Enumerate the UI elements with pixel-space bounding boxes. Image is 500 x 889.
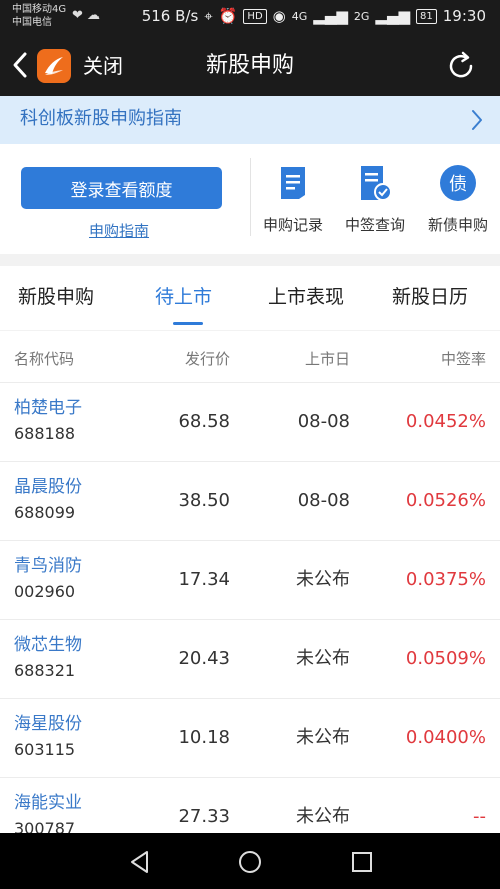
chevron-right-icon xyxy=(470,108,484,138)
issue-price: 20.43 xyxy=(178,648,230,669)
hd-badge: HD xyxy=(243,8,267,24)
signal-4g-label: 4G xyxy=(291,9,308,23)
header-name-code: 名称代码 xyxy=(14,350,75,368)
home-circle-icon[interactable] xyxy=(237,849,263,875)
header-list-date: 上市日 xyxy=(304,350,350,368)
bond-icon: 债 xyxy=(440,164,476,202)
stock-code: 603115 xyxy=(14,740,76,759)
logo-swoosh-icon xyxy=(45,57,63,75)
carrier-info: 中国移动4G 中国电信 xyxy=(12,3,66,29)
eye-icon: ◉ xyxy=(272,7,286,25)
tab-pending-listing[interactable]: 待上市 xyxy=(155,284,212,310)
signal-2g-label: 2G xyxy=(353,9,370,23)
bond-icon-glyph: 债 xyxy=(440,165,476,201)
recent-apps-square-icon[interactable] xyxy=(349,849,375,875)
listing-date: 未公布 xyxy=(296,569,350,590)
issue-price: 38.50 xyxy=(178,490,230,511)
listing-date: 08-08 xyxy=(297,490,350,511)
ipo-tabs: 新股申购 待上市 上市表现 新股日历 xyxy=(0,266,500,330)
listing-date: 未公布 xyxy=(296,648,350,669)
carrier-1: 中国移动4G xyxy=(12,4,67,15)
cloud-icon: ☁ xyxy=(87,8,101,23)
status-right: 516 B/s ⌖ ⏰ HD ◉ 4G ▂▄▆ 2G ▂▄▆ 81 19:30 xyxy=(142,7,486,25)
tab-listing-performance[interactable]: 上市表现 xyxy=(268,284,344,310)
clock: 19:30 xyxy=(442,7,486,25)
issue-price: 68.58 xyxy=(178,411,230,432)
stock-name: 柏楚电子 xyxy=(14,398,82,418)
alarm-icon: ⏰ xyxy=(218,7,238,25)
stock-code: 002960 xyxy=(14,582,76,601)
back-triangle-icon[interactable] xyxy=(127,849,153,875)
status-bar: 中国移动4G 中国电信 ❤ ☁ 516 B/s ⌖ ⏰ HD ◉ 4G ▂▄▆ … xyxy=(0,0,500,36)
table-row[interactable]: 微芯生物 688321 20.43 未公布 0.0509% xyxy=(0,620,500,699)
notification-icons: ❤ ☁ xyxy=(72,8,100,23)
table-header: 名称代码 发行价 上市日 中签率 xyxy=(0,331,500,383)
table-row[interactable]: 柏楚电子 688188 68.58 08-08 0.0452% xyxy=(0,383,500,462)
lottery-query-shortcut[interactable]: 中签查询 xyxy=(340,164,410,235)
network-speed: 516 B/s xyxy=(141,7,199,25)
win-rate: 0.0452% xyxy=(405,411,486,432)
table-row[interactable]: 晶晨股份 688099 38.50 08-08 0.0526% xyxy=(0,462,500,541)
stock-code: 688099 xyxy=(14,503,76,522)
table-row[interactable]: 青鸟消防 002960 17.34 未公布 0.0375% xyxy=(0,541,500,620)
issue-price: 17.34 xyxy=(178,569,230,590)
shortcut-label: 中签查询 xyxy=(344,216,405,234)
signal-icon-2: ▂▄▆ xyxy=(375,7,411,25)
refresh-button[interactable] xyxy=(444,49,478,83)
issue-price: 10.18 xyxy=(178,727,230,748)
signal-icon: ▂▄▆ xyxy=(313,7,348,25)
stock-code: 688188 xyxy=(14,424,76,443)
back-arrow-icon[interactable] xyxy=(10,50,30,86)
stock-code: 300787 xyxy=(14,819,76,833)
subscription-records-shortcut[interactable]: 申购记录 xyxy=(258,164,328,235)
shortcut-label: 申购记录 xyxy=(262,216,323,234)
document-icon xyxy=(275,164,311,202)
stock-name: 海星股份 xyxy=(14,714,82,734)
guide-banner-text: 科创板新股申购指南 xyxy=(20,108,182,129)
certificate-check-icon xyxy=(357,164,393,202)
back-chevron-icon xyxy=(13,52,27,78)
table-row[interactable]: 海能实业 300787 27.33 未公布 -- xyxy=(0,778,500,833)
win-rate: 0.0509% xyxy=(405,648,486,669)
header-win-rate: 中签率 xyxy=(440,350,486,368)
refresh-icon xyxy=(449,51,473,78)
close-button[interactable]: 关闭 xyxy=(83,52,123,80)
system-navigation-bar xyxy=(0,833,500,889)
new-bond-subscription-shortcut[interactable]: 债 新债申购 xyxy=(423,164,493,235)
issue-price: 27.33 xyxy=(178,806,230,827)
stock-name: 晶晨股份 xyxy=(14,477,82,497)
stock-code: 688321 xyxy=(14,661,76,680)
location-icon: ⌖ xyxy=(204,7,213,25)
tab-new-subscription[interactable]: 新股申购 xyxy=(18,284,94,310)
stock-name: 青鸟消防 xyxy=(14,556,82,576)
stock-name: 微芯生物 xyxy=(14,635,82,655)
listing-date: 未公布 xyxy=(296,727,350,748)
battery-level: 81 xyxy=(416,8,437,24)
page-title: 新股申购 xyxy=(205,53,294,78)
win-rate: -- xyxy=(473,806,486,827)
pending-listing-table: 名称代码 发行价 上市日 中签率 柏楚电子 688188 68.58 08-08… xyxy=(0,331,500,833)
listing-date: 08-08 xyxy=(297,411,350,432)
win-rate: 0.0526% xyxy=(405,490,486,511)
heart-rate-icon: ❤ xyxy=(72,8,83,23)
login-view-quota-button[interactable]: 登录查看额度 xyxy=(21,167,222,209)
app-logo-icon xyxy=(37,49,71,83)
subscription-guide-link[interactable]: 申购指南 xyxy=(89,220,149,241)
win-rate: 0.0400% xyxy=(405,727,486,748)
actions-panel: 登录查看额度 申购指南 申购记录 中签查询 债 新债申购 xyxy=(0,144,500,254)
carrier-2: 中国电信 xyxy=(12,17,52,28)
win-rate: 0.0375% xyxy=(405,569,486,590)
divider xyxy=(250,158,251,236)
stock-name: 海能实业 xyxy=(14,793,82,813)
shortcut-label: 新债申购 xyxy=(427,216,488,234)
star-market-guide-banner[interactable]: 科创板新股申购指南 xyxy=(0,96,500,144)
header-price: 发行价 xyxy=(184,350,230,368)
listing-date: 未公布 xyxy=(296,806,350,827)
table-row[interactable]: 海星股份 603115 10.18 未公布 0.0400% xyxy=(0,699,500,778)
top-navigation-bar: 关闭 新股申购 xyxy=(0,36,500,96)
tab-ipo-calendar[interactable]: 新股日历 xyxy=(392,284,468,310)
active-tab-indicator xyxy=(173,322,203,325)
